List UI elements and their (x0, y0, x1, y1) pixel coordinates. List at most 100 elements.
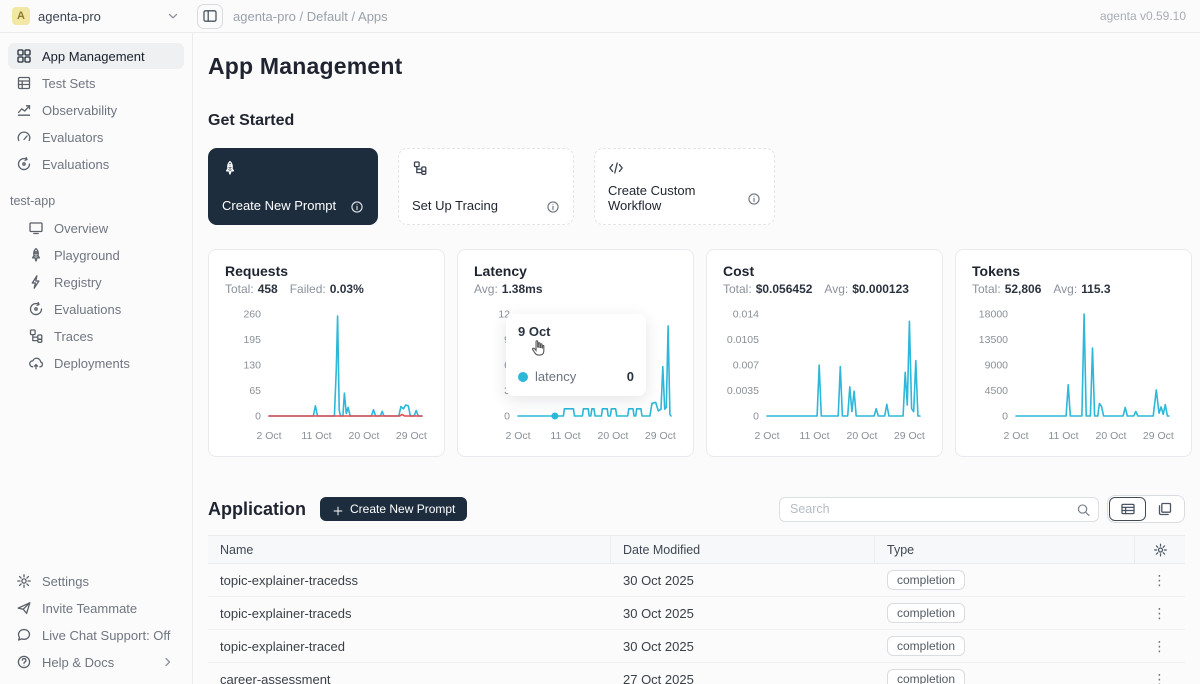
stat-title: Latency (474, 263, 677, 279)
svg-text:11 Oct: 11 Oct (550, 430, 580, 442)
card-view-button[interactable] (1146, 497, 1183, 521)
svg-text:2 Oct: 2 Oct (1003, 430, 1028, 442)
row-menu-button[interactable]: ⋮ (1135, 605, 1185, 622)
get-started-card[interactable]: Set Up Tracing (398, 148, 574, 225)
sidebar-item[interactable]: Registry (20, 269, 184, 295)
svg-text:65: 65 (249, 385, 261, 397)
table-row[interactable]: topic-explainer-traceds 30 Oct 2025 comp… (208, 597, 1185, 630)
svg-text:0.0105: 0.0105 (727, 334, 759, 346)
svg-text:9000: 9000 (985, 360, 1009, 372)
metric-label: Failed: (290, 282, 326, 296)
requests-chart[interactable]: 0651301952602 Oct11 Oct20 Oct29 Oct (225, 304, 428, 449)
table-row[interactable]: topic-explainer-tracedss 30 Oct 2025 com… (208, 564, 1185, 597)
search-icon[interactable] (1076, 502, 1091, 517)
get-started-cards: Create New Prompt Set Up Tracing Create … (208, 148, 1185, 225)
table-settings-icon[interactable] (1153, 542, 1168, 557)
sidebar-item[interactable]: Evaluations (8, 151, 184, 177)
sidebar-item[interactable]: Test Sets (8, 70, 184, 96)
svg-text:0.0035: 0.0035 (727, 385, 759, 397)
tooltip-value: 0 (627, 369, 634, 384)
panel-left-icon (202, 8, 218, 24)
svg-text:0.007: 0.007 (733, 360, 759, 372)
gear-icon (16, 573, 32, 589)
workspace-avatar: A (12, 7, 30, 25)
metric-label: Avg: (474, 282, 498, 296)
svg-text:0: 0 (1002, 411, 1008, 423)
workspace-selector[interactable]: A agenta-pro (0, 7, 193, 25)
cost-chart[interactable]: 00.00350.0070.01050.0142 Oct11 Oct20 Oct… (723, 304, 926, 449)
app-name: topic-explainer-traceds (208, 606, 611, 621)
column-header-name[interactable]: Name (208, 536, 611, 563)
code-icon (608, 160, 626, 178)
column-header-actions (1135, 536, 1185, 563)
chevron-down-icon (165, 8, 181, 24)
sidebar-item[interactable]: Invite Teammate (8, 595, 184, 621)
sidebar-item[interactable]: Deployments (20, 350, 184, 376)
table-row[interactable]: topic-explainer-traced 30 Oct 2025 compl… (208, 630, 1185, 663)
sidebar-item-label: Deployments (54, 356, 130, 371)
sidebar-item[interactable]: Settings (8, 568, 184, 594)
table-row[interactable]: career-assessment 27 Oct 2025 completion… (208, 663, 1185, 684)
svg-text:29 Oct: 29 Oct (894, 430, 925, 442)
sidebar-toggle-button[interactable] (197, 4, 223, 29)
svg-text:2 Oct: 2 Oct (754, 430, 779, 442)
svg-text:2 Oct: 2 Oct (256, 430, 281, 442)
get-started-card[interactable]: Create Custom Workflow (594, 148, 775, 225)
metric-value: $0.000123 (852, 282, 909, 296)
svg-text:4500: 4500 (985, 385, 1009, 397)
table-view-button[interactable] (1109, 497, 1146, 521)
search-input[interactable] (779, 497, 1099, 522)
column-header-type[interactable]: Type (875, 536, 1135, 563)
sidebar-item[interactable]: Live Chat Support: Off (8, 622, 184, 648)
create-new-prompt-button[interactable]: Create New Prompt (320, 497, 467, 521)
tokens-chart[interactable]: 04500900013500180002 Oct11 Oct20 Oct29 O… (972, 304, 1175, 449)
metric-value: 0.03% (330, 282, 364, 296)
sidebar-main-nav: App Management Test Sets Observability E… (8, 43, 184, 178)
rocket-icon (28, 247, 44, 263)
cloud-icon (28, 355, 44, 371)
row-menu-button[interactable]: ⋮ (1135, 671, 1185, 684)
app-name: topic-explainer-tracedss (208, 573, 611, 588)
info-icon[interactable] (350, 199, 364, 213)
sidebar-item[interactable]: Evaluators (8, 124, 184, 150)
cost-card: Cost Total:$0.056452Avg:$0.000123 00.003… (706, 249, 943, 457)
sidebar-item[interactable]: Help & Docs (8, 649, 184, 675)
row-menu-button[interactable]: ⋮ (1135, 638, 1185, 655)
sidebar-item-label: Traces (54, 329, 93, 344)
app-version: agenta v0.59.10 (1100, 9, 1200, 23)
app-date-modified: 30 Oct 2025 (611, 606, 875, 621)
svg-text:11 Oct: 11 Oct (799, 430, 829, 442)
card-label: Set Up Tracing (412, 198, 498, 213)
row-menu-button[interactable]: ⋮ (1135, 572, 1185, 589)
card-label: Create New Prompt (222, 198, 336, 213)
svg-text:20 Oct: 20 Oct (349, 430, 380, 442)
tokens-card: Tokens Total:52,806Avg:115.3 04500900013… (955, 249, 1192, 457)
info-icon[interactable] (747, 191, 761, 205)
breadcrumb[interactable]: agenta-pro / Default / Apps (233, 9, 388, 24)
application-heading: Application (208, 499, 306, 520)
metric-label: Avg: (1053, 282, 1077, 296)
sidebar-item[interactable]: Playground (20, 242, 184, 268)
svg-text:20 Oct: 20 Oct (598, 430, 629, 442)
get-started-card[interactable]: Create New Prompt (208, 148, 378, 225)
svg-text:195: 195 (243, 334, 261, 346)
sidebar-item[interactable]: Evaluations (20, 296, 184, 322)
column-header-date-modified[interactable]: Date Modified (611, 536, 875, 563)
sidebar-item[interactable]: Observability (8, 97, 184, 123)
metric-value: 52,806 (1005, 282, 1042, 296)
latency-card: Latency Avg:1.38ms 0369122 Oct11 Oct20 O… (457, 249, 694, 457)
table-view-icon (1120, 501, 1136, 517)
sidebar-item-label: Settings (42, 574, 89, 589)
svg-text:29 Oct: 29 Oct (396, 430, 427, 442)
svg-text:20 Oct: 20 Oct (1096, 430, 1127, 442)
sidebar-item[interactable]: App Management (8, 43, 184, 69)
sidebar-section-label: test-app (10, 194, 182, 208)
hand-pointer-cursor-icon (528, 338, 550, 365)
sidebar-item-label: Overview (54, 221, 108, 236)
sidebar-item[interactable]: Overview (20, 215, 184, 241)
info-icon[interactable] (546, 199, 560, 213)
sidebar-item-label: Help & Docs (42, 655, 114, 670)
metric-label: Total: (723, 282, 752, 296)
type-badge: completion (887, 603, 965, 623)
sidebar-item[interactable]: Traces (20, 323, 184, 349)
